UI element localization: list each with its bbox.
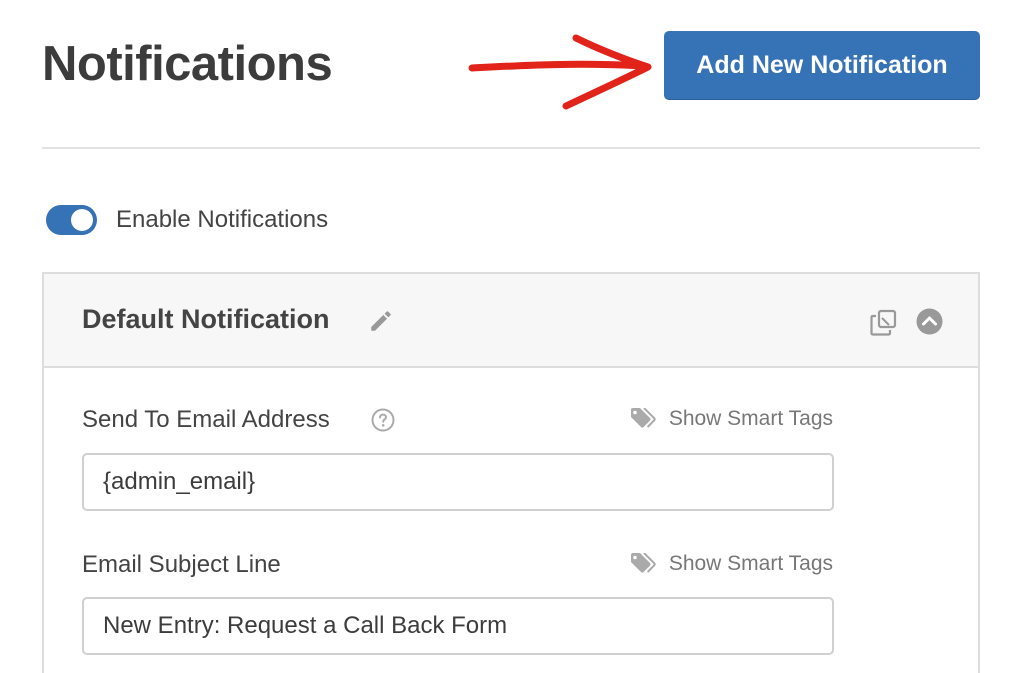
enable-notifications-row: Enable Notifications — [46, 203, 328, 237]
panel-header[interactable]: Default Notification — [44, 274, 978, 368]
email-subject-label: Email Subject Line — [82, 551, 281, 578]
tag-icon — [630, 553, 656, 573]
header-divider — [42, 147, 980, 149]
add-new-notification-button[interactable]: Add New Notification — [664, 31, 980, 99]
show-smart-tags-label: Show Smart Tags — [668, 552, 833, 575]
default-notification-panel: Default Notification Send To Email Addre… — [42, 272, 980, 673]
page-title: Notifications — [42, 37, 333, 91]
show-smart-tags-link-subject[interactable]: Show Smart Tags — [630, 552, 833, 576]
red-arrow-icon — [468, 34, 652, 110]
tag-icon — [630, 408, 656, 428]
send-to-email-label: Send To Email Address — [82, 406, 330, 433]
question-circle-icon[interactable] — [371, 408, 395, 432]
toggle-knob — [71, 209, 93, 231]
pencil-icon[interactable] — [368, 308, 394, 334]
notifications-settings-page: Notifications Add New Notification Enabl… — [0, 0, 1024, 673]
chevron-up-circle-icon[interactable] — [916, 308, 943, 335]
clone-icon[interactable] — [869, 308, 899, 338]
panel-title: Default Notification — [82, 304, 330, 334]
enable-notifications-toggle[interactable] — [46, 205, 97, 235]
send-to-email-input[interactable] — [82, 453, 834, 511]
enable-notifications-label: Enable Notifications — [116, 206, 329, 233]
show-smart-tags-link-email[interactable]: Show Smart Tags — [630, 407, 833, 431]
email-subject-input[interactable] — [82, 597, 834, 655]
show-smart-tags-label: Show Smart Tags — [668, 407, 833, 430]
